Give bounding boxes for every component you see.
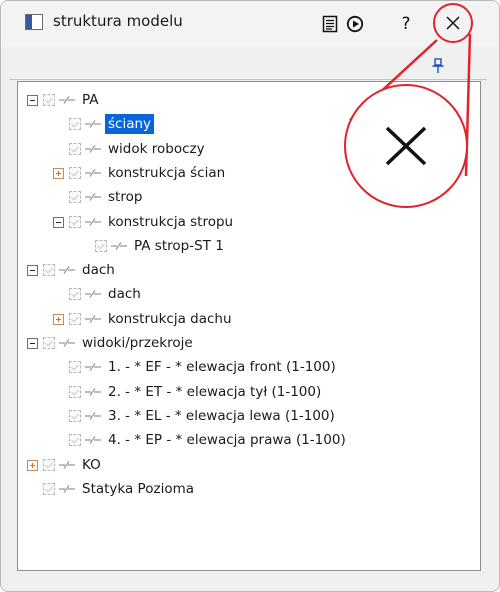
close-icon-magnified [385, 126, 427, 166]
zoom-callout [344, 84, 468, 208]
